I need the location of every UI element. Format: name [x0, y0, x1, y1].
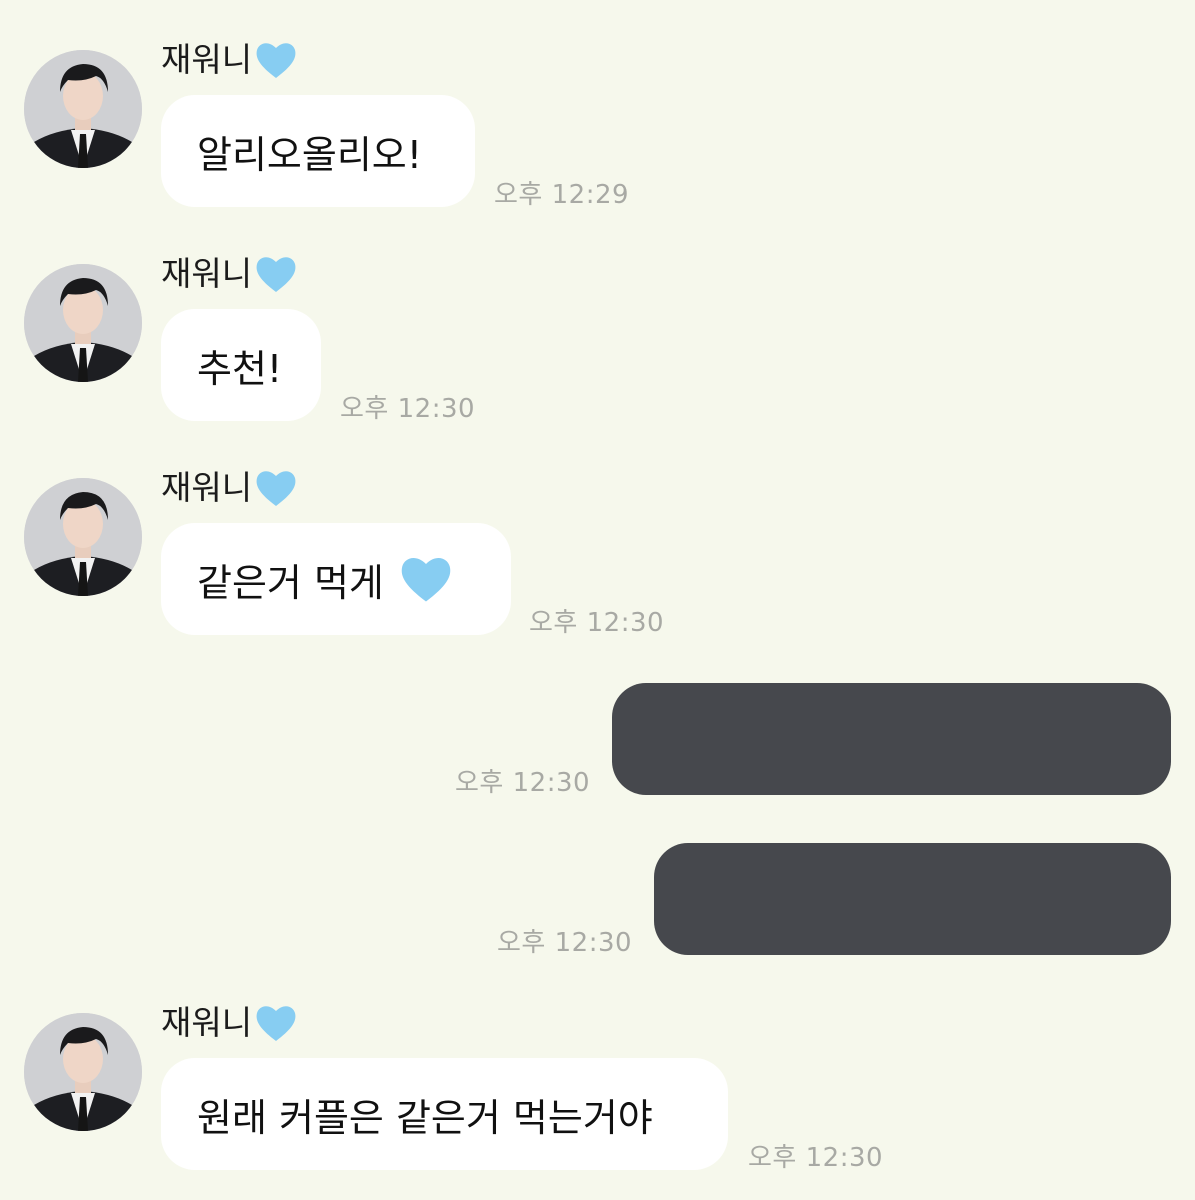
message-timestamp: 오후 12:30: [529, 608, 665, 638]
sender-label: 재워니: [161, 38, 298, 82]
message-text: 추천!: [197, 346, 283, 391]
message-timestamp: 오후 12:30: [455, 768, 591, 798]
blue-heart-emoji-icon: [401, 558, 451, 602]
message-bubble[interactable]: 원래 커플은 같은거 먹는거야: [161, 1058, 728, 1170]
redacted-message-bubble[interactable]: [654, 843, 1171, 955]
avatar[interactable]: [24, 50, 142, 168]
message-text: 원래 커플은 같은거 먹는거야: [197, 1095, 653, 1140]
avatar[interactable]: [24, 478, 142, 596]
message-timestamp: 오후 12:29: [494, 180, 630, 210]
avatar[interactable]: [24, 264, 142, 382]
chat-view: 재워니 알리오올리오! 오후 12:29 재워니 추천! 오후 12:30 재워…: [0, 0, 1195, 1200]
blue-heart-icon: [256, 43, 296, 78]
blue-heart-icon: [256, 1006, 296, 1041]
message-text: 같은거 먹게: [197, 560, 384, 605]
message-bubble[interactable]: 추천!: [161, 309, 321, 421]
sender-label: 재워니: [161, 252, 298, 296]
sender-name: 재워니: [161, 254, 253, 293]
redacted-message-bubble[interactable]: [612, 683, 1171, 795]
sender-label: 재워니: [161, 466, 298, 510]
message-timestamp: 오후 12:30: [748, 1143, 884, 1173]
message-timestamp: 오후 12:30: [340, 394, 476, 424]
sender-label: 재워니: [161, 1001, 298, 1045]
sender-name: 재워니: [161, 468, 253, 507]
blue-heart-icon: [256, 257, 296, 292]
blue-heart-icon: [256, 471, 296, 506]
message-bubble[interactable]: 같은거 먹게: [161, 523, 511, 635]
sender-name: 재워니: [161, 40, 253, 79]
sender-name: 재워니: [161, 1003, 253, 1042]
message-bubble[interactable]: 알리오올리오!: [161, 95, 475, 207]
message-timestamp: 오후 12:30: [497, 928, 633, 958]
avatar[interactable]: [24, 1013, 142, 1131]
message-text: 알리오올리오!: [197, 132, 422, 177]
